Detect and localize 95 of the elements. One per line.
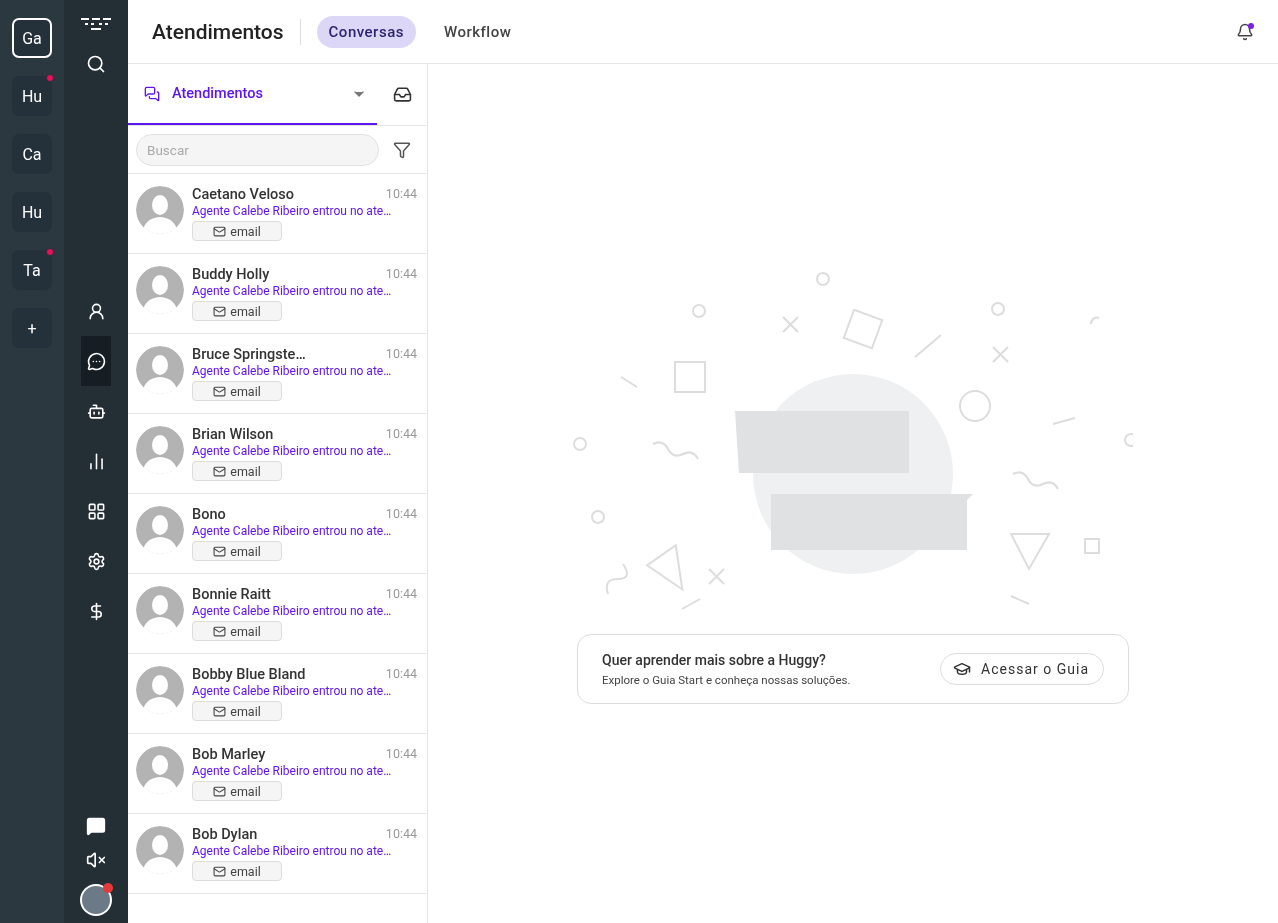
avatar-placeholder [136, 746, 184, 794]
message-preview: Agente Calebe Ribeiro entrou no ate… [192, 524, 393, 538]
channel-tag: email [192, 461, 282, 481]
message-preview: Agente Calebe Ribeiro entrou no ate… [192, 444, 393, 458]
message-preview: Agente Calebe Ribeiro entrou no ate… [192, 284, 393, 298]
channel-tag: email [192, 541, 282, 561]
guide-button[interactable]: Acessar o Guia [940, 653, 1104, 685]
contact-name: Caetano Veloso [192, 186, 295, 203]
contact-name: Bruce Springste… [192, 346, 306, 363]
time-label: 10:44 [385, 426, 417, 443]
robot-icon [86, 401, 106, 421]
time-label: 10:44 [385, 506, 417, 523]
conversation-item[interactable]: Buddy Holly 10:44 Agente Calebe Ribeiro entrou no ate… email [128, 254, 427, 334]
workspace-button[interactable]: Ga [12, 18, 52, 58]
envelope-icon [213, 544, 227, 558]
envelope-icon [213, 464, 227, 478]
workspace-button[interactable]: Hu [12, 76, 52, 116]
time-label: 10:44 [385, 586, 417, 603]
avatar-placeholder [136, 506, 184, 554]
conversation-item[interactable]: Brian Wilson 10:44 Agente Calebe Ribeiro entrou no ate… email [128, 414, 427, 494]
filter-icon[interactable] [393, 140, 411, 159]
avatar-placeholder [136, 426, 184, 474]
channel-tag: email [192, 701, 282, 721]
logo-icon [81, 18, 111, 32]
grid-icon [86, 501, 106, 521]
time-label: 10:44 [385, 746, 417, 763]
user-avatar[interactable] [80, 884, 112, 916]
chat-icon[interactable] [86, 816, 106, 836]
nav-item[interactable] [81, 336, 111, 386]
channel-tag: email [192, 381, 282, 401]
conversation-item[interactable]: Bob Marley 10:44 Agente Calebe Ribeiro entrou no ate… email [128, 734, 427, 814]
avatar-placeholder [136, 666, 184, 714]
avatar-placeholder [136, 346, 184, 394]
conversation-item[interactable]: Bobby Blue Bland 10:44 Agente Calebe Ribeiro entrou no ate… email [128, 654, 427, 734]
header-tab[interactable]: Conversas [316, 15, 416, 48]
envelope-icon [213, 704, 227, 718]
envelope-icon [213, 784, 227, 798]
message-preview: Agente Calebe Ribeiro entrou no ate… [192, 844, 393, 858]
envelope-icon [213, 864, 227, 878]
notification-dot [46, 248, 54, 256]
contact-name: Bob Dylan [192, 826, 258, 843]
channel-tag: email [192, 781, 282, 801]
notification-dot [46, 74, 54, 82]
graduation-cap-icon [953, 660, 972, 678]
person-icon [86, 301, 106, 321]
channel-tag: email [192, 861, 282, 881]
avatar-placeholder [136, 586, 184, 634]
guide-title: Quer aprender mais sobre a Huggy? [602, 651, 827, 668]
mute-icon[interactable] [86, 850, 106, 870]
tab-label: Atendimentos [172, 85, 264, 102]
envelope-icon [213, 224, 227, 238]
chats-icon [144, 85, 160, 102]
contact-name: Buddy Holly [192, 266, 270, 283]
conversation-item[interactable]: Bonnie Raitt 10:44 Agente Calebe Ribeiro entrou no ate… email [128, 574, 427, 654]
time-label: 10:44 [385, 186, 417, 203]
workspace-button[interactable]: Ta [12, 250, 52, 290]
contact-name: Bobby Blue Bland [192, 666, 306, 683]
header-tab[interactable]: Workflow [431, 15, 524, 48]
workspace-button[interactable]: Hu [12, 192, 52, 232]
time-label: 10:44 [385, 346, 417, 363]
search-icon[interactable] [86, 54, 106, 74]
contact-name: Bob Marley [192, 746, 266, 763]
message-preview: Agente Calebe Ribeiro entrou no ate… [192, 364, 393, 378]
gear-icon [86, 551, 106, 571]
message-preview: Agente Calebe Ribeiro entrou no ate… [192, 764, 393, 778]
time-label: 10:44 [385, 666, 417, 683]
envelope-icon [213, 304, 227, 318]
message-preview: Agente Calebe Ribeiro entrou no ate… [192, 604, 393, 618]
workspace-button[interactable]: Ca [12, 134, 52, 174]
avatar-placeholder [136, 186, 184, 234]
channel-tag: email [192, 221, 282, 241]
conversation-item[interactable]: Bruce Springste… 10:44 Agente Calebe Ribeiro entrou no ate… email [128, 334, 427, 414]
chat-bubble-icon [86, 351, 106, 371]
channel-tag: email [192, 621, 282, 641]
bell-icon[interactable] [1236, 22, 1254, 41]
envelope-icon [213, 384, 227, 398]
conversation-item[interactable]: Bob Dylan 10:44 Agente Calebe Ribeiro entrou no ate… email [128, 814, 427, 894]
page-title: Atendimentos [152, 18, 301, 45]
message-preview: Agente Calebe Ribeiro entrou no ate… [192, 204, 393, 218]
time-label: 10:44 [385, 266, 417, 283]
search-field[interactable]: Buscar [136, 133, 379, 166]
avatar-placeholder [136, 266, 184, 314]
conversation-item[interactable]: Caetano Veloso 10:44 Agente Calebe Ribeiro entrou no ate… email [128, 174, 427, 254]
avatar-placeholder [136, 826, 184, 874]
guide-subtitle: Explore o Guia Start e conheça nossas soluções. [602, 672, 852, 687]
envelope-icon [213, 624, 227, 638]
list-tab[interactable]: Atendimentos [128, 64, 377, 125]
add-workspace-button[interactable]: + [12, 308, 52, 348]
message-preview: Agente Calebe Ribeiro entrou no ate… [192, 684, 393, 698]
contact-name: Brian Wilson [192, 426, 274, 443]
conversation-item[interactable]: Bono 10:44 Agente Calebe Ribeiro entrou no ate… email [128, 494, 427, 574]
contact-name: Bono [192, 506, 226, 523]
contact-name: Bonnie Raitt [192, 586, 271, 603]
time-label: 10:44 [385, 826, 417, 843]
channel-tag: email [192, 301, 282, 321]
